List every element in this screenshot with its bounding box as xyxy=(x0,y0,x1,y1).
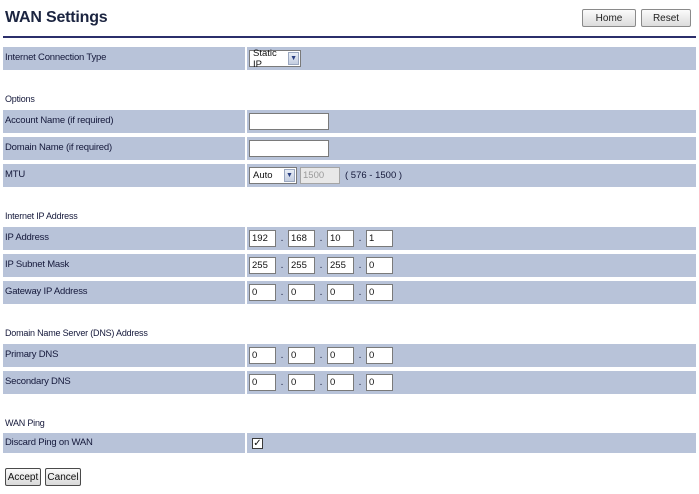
subnet-mask-octet-1[interactable] xyxy=(249,257,276,274)
discard-ping-checkbox[interactable]: ✓ xyxy=(252,437,263,449)
secondary-dns-octet-2[interactable] xyxy=(288,374,315,391)
primary-dns-octet-2[interactable] xyxy=(288,347,315,364)
octet-separator: . xyxy=(319,260,323,271)
connection-type-label: Internet Connection Type xyxy=(5,52,107,63)
gateway-octet-4[interactable] xyxy=(366,284,393,301)
secondary-dns-row: Secondary DNS . . . xyxy=(3,370,696,394)
secondary-dns-octet-3[interactable] xyxy=(327,374,354,391)
ip-address-octet-1[interactable] xyxy=(249,230,276,247)
home-button[interactable]: Home xyxy=(582,9,636,27)
account-name-input[interactable] xyxy=(249,113,329,130)
octet-separator: . xyxy=(319,233,323,244)
gateway-octet-2[interactable] xyxy=(288,284,315,301)
subnet-mask-row: IP Subnet Mask . . . xyxy=(3,253,696,277)
cancel-button[interactable]: Cancel xyxy=(45,468,81,486)
octet-separator: . xyxy=(319,287,323,298)
primary-dns-octet-4[interactable] xyxy=(366,347,393,364)
connection-type-row: Internet Connection Type Static IP ▼ xyxy=(3,46,696,70)
octet-separator: . xyxy=(319,377,323,388)
accept-button[interactable]: Accept xyxy=(5,468,41,486)
connection-type-value: Static IP xyxy=(253,47,277,70)
chevron-down-icon: ▼ xyxy=(284,169,295,182)
octet-separator: . xyxy=(358,260,362,271)
octet-separator: . xyxy=(358,350,362,361)
primary-dns-octet-3[interactable] xyxy=(327,347,354,364)
secondary-dns-label: Secondary DNS xyxy=(5,376,71,387)
octet-separator: . xyxy=(280,377,284,388)
gateway-octet-3[interactable] xyxy=(327,284,354,301)
octet-separator: . xyxy=(280,260,284,271)
connection-type-select[interactable]: Static IP ▼ xyxy=(249,47,301,70)
subnet-mask-octet-4[interactable] xyxy=(366,257,393,274)
domain-name-input[interactable] xyxy=(249,140,329,157)
domain-name-label: Domain Name (if required) xyxy=(5,142,112,153)
ip-address-octet-4[interactable] xyxy=(366,230,393,247)
ip-address-label: IP Address xyxy=(5,232,49,243)
primary-dns-octet-1[interactable] xyxy=(249,347,276,364)
subnet-mask-octet-2[interactable] xyxy=(288,257,315,274)
mtu-value-input xyxy=(300,167,340,184)
octet-separator: . xyxy=(358,287,362,298)
mtu-mode-value: Auto xyxy=(253,170,273,181)
ip-section-heading: Internet IP Address xyxy=(5,211,78,221)
title-divider xyxy=(3,36,696,38)
mtu-row: MTU Auto ▼ ( 576 - 1500 ) xyxy=(3,163,696,187)
octet-separator: . xyxy=(319,350,323,361)
gateway-label: Gateway IP Address xyxy=(5,286,88,297)
account-name-label: Account Name (if required) xyxy=(5,115,114,126)
primary-dns-row: Primary DNS . . . xyxy=(3,343,696,367)
octet-separator: . xyxy=(358,233,362,244)
page-title: WAN Settings xyxy=(5,9,108,26)
mtu-label: MTU xyxy=(5,169,25,180)
secondary-dns-octet-4[interactable] xyxy=(366,374,393,391)
account-name-row: Account Name (if required) xyxy=(3,109,696,133)
chevron-down-icon: ▼ xyxy=(288,52,299,65)
mtu-range-hint: ( 576 - 1500 ) xyxy=(345,170,403,181)
octet-separator: . xyxy=(358,377,362,388)
discard-ping-label: Discard Ping on WAN xyxy=(5,437,93,448)
ip-address-octet-3[interactable] xyxy=(327,230,354,247)
gateway-row: Gateway IP Address . . . xyxy=(3,280,696,304)
subnet-mask-label: IP Subnet Mask xyxy=(5,259,70,270)
secondary-dns-octet-1[interactable] xyxy=(249,374,276,391)
options-section-heading: Options xyxy=(5,94,35,104)
discard-ping-row: Discard Ping on WAN ✓ xyxy=(3,432,696,453)
octet-separator: . xyxy=(280,233,284,244)
primary-dns-label: Primary DNS xyxy=(5,349,59,360)
octet-separator: . xyxy=(280,287,284,298)
dns-section-heading: Domain Name Server (DNS) Address xyxy=(5,328,148,338)
subnet-mask-octet-3[interactable] xyxy=(327,257,354,274)
mtu-mode-select[interactable]: Auto ▼ xyxy=(249,167,297,184)
ip-address-octet-2[interactable] xyxy=(288,230,315,247)
ip-address-row: IP Address . . . xyxy=(3,226,696,250)
reset-button[interactable]: Reset xyxy=(641,9,691,27)
domain-name-row: Domain Name (if required) xyxy=(3,136,696,160)
octet-separator: . xyxy=(280,350,284,361)
wan-ping-section-heading: WAN Ping xyxy=(5,418,45,428)
gateway-octet-1[interactable] xyxy=(249,284,276,301)
